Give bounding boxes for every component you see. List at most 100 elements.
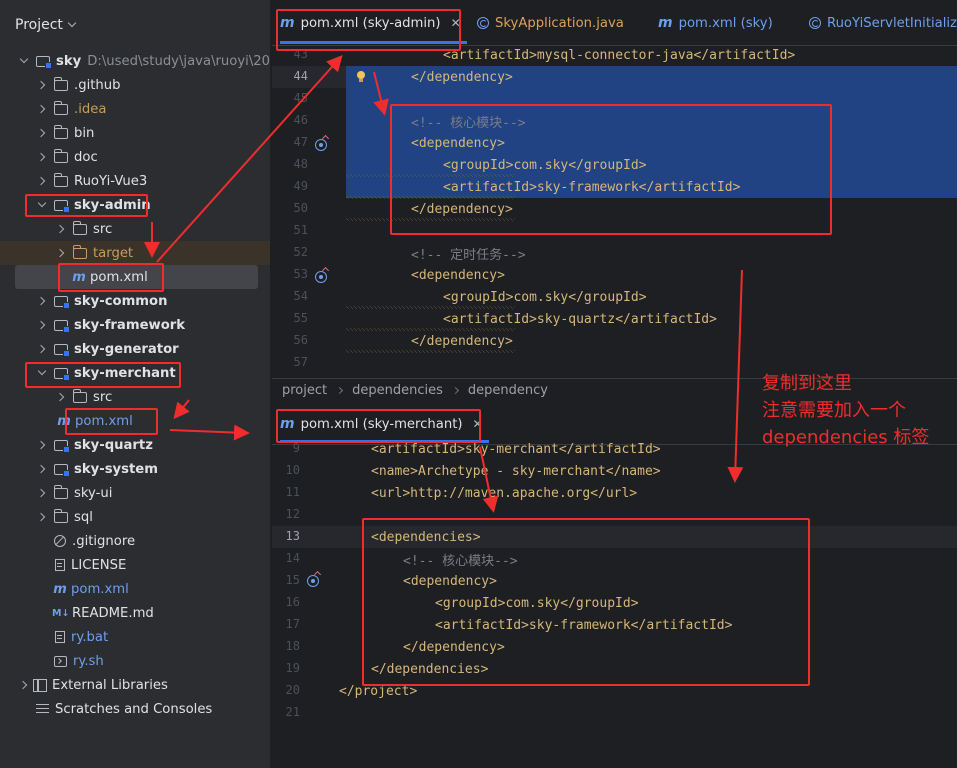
code-line[interactable]: <!-- 核心模块--> [403,548,518,570]
tree-item-label: LICENSE [71,557,127,573]
expand-arrow-icon[interactable] [36,367,48,379]
tab-label: pom.xml (sky) [678,15,773,31]
expand-arrow-icon[interactable] [18,55,30,67]
collapsed-arrow-icon[interactable] [36,127,48,139]
expand-arrow-icon[interactable] [36,199,48,211]
code-line[interactable]: <!-- 定时任务--> [411,242,526,264]
tab-pom-sky-admin[interactable]: m pom.xml (sky-admin) ✕ [280,0,467,46]
breadcrumb-item[interactable]: project [282,383,327,398]
tree-item-sky-merchant-pom[interactable]: m pom.xml [0,409,270,433]
code-line[interactable]: < groupId >com.sky</groupId > [435,592,639,614]
tree-item-sky-admin[interactable]: sky-admin [0,193,270,217]
tab-label: pom.xml (sky-merchant) [300,416,463,432]
tree-item-root-pom[interactable]: m pom.xml [0,577,270,601]
collapsed-arrow-icon[interactable] [36,319,48,331]
tree-item-license[interactable]: LICENSE [0,553,270,577]
code-line[interactable]: </dependency > [403,636,505,658]
collapsed-arrow-icon[interactable] [36,511,48,523]
tree-item-sky-system[interactable]: sky-system [0,457,270,481]
code-line[interactable]: < artifactId >sky-quartz</artifactId > [443,308,717,330]
collapsed-arrow-icon[interactable] [36,487,48,499]
code-token: >sky-merchant</ [457,441,575,457]
collapsed-arrow-icon[interactable] [55,247,67,259]
tree-item-sky-admin-target[interactable]: target [0,241,270,265]
line-number: 12 [285,507,300,521]
code-line[interactable]: < dependency > [403,570,497,592]
collapsed-arrow-icon[interactable] [18,679,30,691]
tree-item-sky-common[interactable]: sky-common [0,289,270,313]
tree-item-sky-admin-pom[interactable]: m pom.xml [15,265,258,289]
tree-item-github[interactable]: .github [0,73,270,97]
tree-item-sql[interactable]: sql [0,505,270,529]
code-line[interactable]: < groupId >com.sky</groupId > [443,154,647,176]
tab-ruoyi-servlet-initializer[interactable]: RuoYiServletInitialize [809,0,957,46]
code-line[interactable]: < dependency > [411,132,505,154]
tree-item-ry-bat[interactable]: ry.bat [0,625,270,649]
tree-item-ruoyi-vue3[interactable]: RuoYi-Vue3 [0,169,270,193]
code-line[interactable]: </project > [339,680,417,702]
tab-pom-sky[interactable]: m pom.xml (sky) [658,0,773,46]
code-line[interactable]: </dependency > [411,198,513,220]
editor-pom-sky-merchant[interactable]: 9 < artifactId >sky-merchant</artifactId >10… [272,438,957,768]
close-icon[interactable]: ✕ [451,16,461,30]
tree-item-sky-quartz[interactable]: sky-quartz [0,433,270,457]
code-token: </ [403,639,419,655]
collapsed-arrow-icon[interactable] [55,391,67,403]
code-line[interactable]: < dependency > [411,264,505,286]
project-view-selector[interactable]: Project [15,15,77,35]
code-line[interactable]: < artifactId >sky-merchant</artifactId > [371,438,661,460]
collapsed-arrow-icon[interactable] [36,439,48,451]
tree-item-ry-sh[interactable]: ry.sh [0,649,270,673]
tree-item-scratches[interactable]: Scratches and Consoles [0,697,270,721]
code-token: >mysql-connector-java</ [529,47,710,63]
collapsed-arrow-icon[interactable] [36,175,48,187]
editor-pom-sky-admin[interactable]: 43 < artifactId >mysql-connector-java</arti… [272,46,957,378]
code-line[interactable]: </dependency > [411,330,513,352]
collapsed-arrow-icon[interactable] [36,79,48,91]
collapsed-arrow-icon[interactable] [36,343,48,355]
code-line[interactable]: < url >http://maven.apache.org</url > [371,482,637,504]
code-line[interactable]: < artifactId >mysql-connector-java</artifa… [443,46,795,66]
tree-item-sky-admin-src[interactable]: src [0,217,270,241]
close-icon[interactable]: ✕ [473,417,483,431]
tab-label: pom.xml (sky-admin) [300,15,441,31]
collapsed-arrow-icon[interactable] [36,151,48,163]
tree-item-gitignore[interactable]: .gitignore [0,529,270,553]
tree-item-sky-merchant[interactable]: sky-merchant [0,361,270,385]
code-line[interactable]: <!-- 核心模块--> [411,110,526,132]
collapsed-arrow-icon[interactable] [36,103,48,115]
tree-item-sky-framework[interactable]: sky-framework [0,313,270,337]
code-token: > [652,441,661,457]
tree-item-sky-merchant-src[interactable]: src [0,385,270,409]
code-line[interactable]: < artifactId >sky-framework</artifactId > [443,176,740,198]
tree-item-sky-root[interactable]: sky D:\used\study\java\ruoyi\2025 [0,49,270,73]
code-token: dependency [426,201,505,217]
tree-item-label: sky-admin [74,197,151,213]
breadcrumb-item[interactable]: dependency [468,383,548,398]
code-line[interactable]: < groupId >com.sky</groupId > [443,286,647,308]
line-number: 46 [293,113,308,127]
code-line[interactable]: < dependencies > [371,526,481,548]
tree-item-readme[interactable]: M↓ README.md [0,601,270,625]
tree-item-idea[interactable]: .idea [0,97,270,121]
breadcrumb-item[interactable]: dependencies [352,383,443,398]
code-line[interactable]: </dependency > [411,66,513,88]
code-line[interactable]: < artifactId >sky-framework</artifactId > [435,614,732,636]
tree-item-bin[interactable]: bin [0,121,270,145]
collapsed-arrow-icon[interactable] [36,463,48,475]
lightbulb-icon[interactable] [356,71,366,84]
code-line[interactable]: < name >Archetype - sky-merchant</name > [371,460,661,482]
tab-sky-application[interactable]: SkyApplication.java [477,0,624,46]
code-token: > [480,661,489,677]
tree-item-sky-ui[interactable]: sky-ui [0,481,270,505]
code-token: >sky-framework</ [529,179,655,195]
tree-item-doc[interactable]: doc [0,145,270,169]
collapsed-arrow-icon[interactable] [36,295,48,307]
code-token: < [371,485,379,501]
tree-item-external-libraries[interactable]: External Libraries [0,673,270,697]
code-line[interactable]: </dependencies > [371,658,488,680]
code-comment: <!-- 定时任务--> [411,247,526,263]
collapsed-arrow-icon[interactable] [55,223,67,235]
code-token: artifactId [442,617,522,633]
tree-item-sky-generator[interactable]: sky-generator [0,337,270,361]
